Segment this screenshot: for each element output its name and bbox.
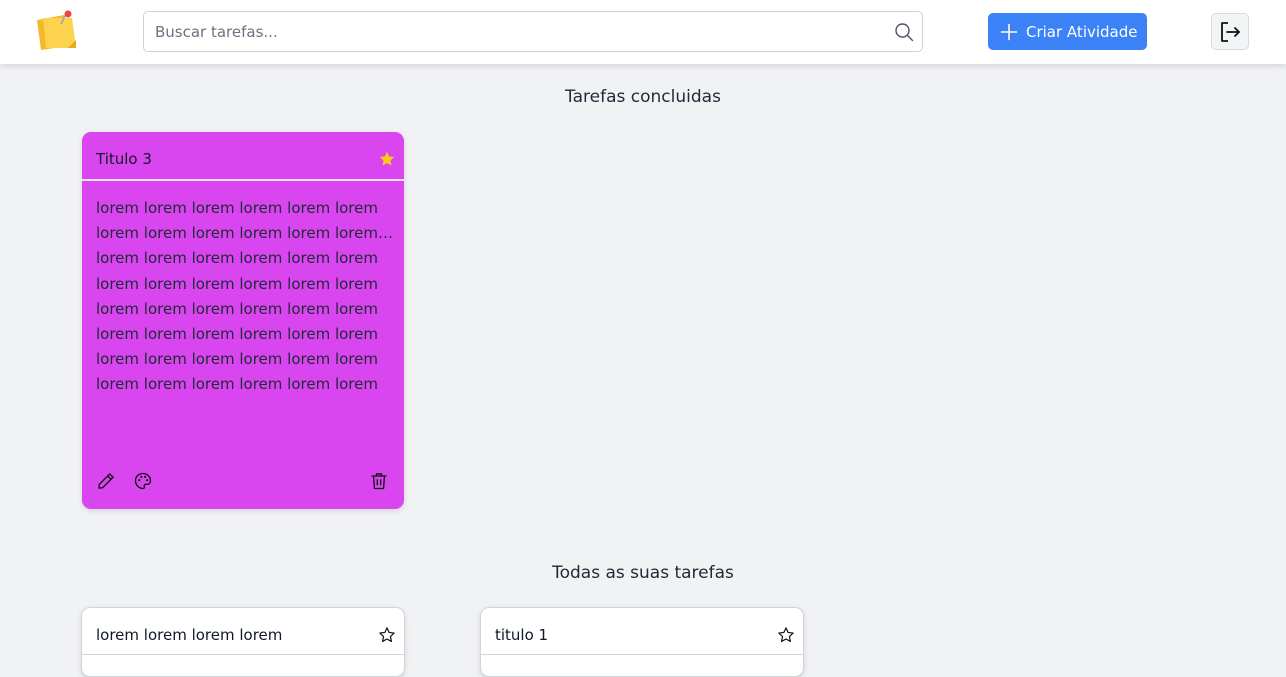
trash-icon[interactable] bbox=[369, 471, 389, 491]
task-title: lorem lorem lorem lorem bbox=[96, 626, 283, 644]
task-description-line: lorem lorem lorem lorem lorem lorem bbox=[96, 274, 378, 293]
task-description-line: lorem lorem lorem lorem lorem lorem bbox=[96, 249, 378, 268]
star-filled-icon[interactable] bbox=[378, 150, 396, 168]
logout-icon bbox=[1221, 21, 1240, 42]
task-card[interactable]: lorem lorem lorem lorem bbox=[81, 607, 405, 677]
task-title: Titulo 3 bbox=[96, 150, 152, 168]
task-card-header: lorem lorem lorem lorem bbox=[82, 608, 404, 655]
task-card-header: titulo 1 bbox=[481, 608, 803, 655]
all-tasks-heading: Todas as suas tarefas bbox=[552, 563, 734, 583]
top-header: Criar Atividade bbox=[0, 0, 1286, 64]
task-description-line: lorem lorem lorem lorem lorem lorem bbox=[96, 199, 378, 217]
palette-icon[interactable] bbox=[133, 471, 153, 491]
create-activity-label: Criar Atividade bbox=[1026, 22, 1138, 41]
task-description-line: lorem lorem lorem lorem lorem lorem bbox=[96, 325, 378, 344]
search-icon[interactable] bbox=[894, 22, 914, 42]
task-description-line: lorem lorem lorem lorem lorem lorem bbox=[96, 350, 378, 369]
task-card[interactable]: Titulo 3 lorem lorem lorem lorem lorem l… bbox=[82, 132, 404, 509]
task-description: lorem lorem lorem lorem lorem lorem lore… bbox=[96, 196, 394, 398]
search-input[interactable] bbox=[144, 12, 922, 51]
logout-button[interactable] bbox=[1211, 13, 1249, 50]
star-outline-icon[interactable] bbox=[378, 626, 396, 644]
task-description-line: lorem lorem lorem lorem lorem lorem bbox=[96, 299, 378, 318]
create-activity-button[interactable]: Criar Atividade bbox=[988, 13, 1147, 50]
task-title: titulo 1 bbox=[495, 626, 549, 644]
search-box bbox=[143, 11, 923, 52]
task-description-line: lorem lorem lorem lorem lorem lorem lore… bbox=[96, 224, 394, 243]
pencil-icon[interactable] bbox=[96, 471, 116, 491]
task-description-line: lorem lorem lorem lorem lorem lorem bbox=[96, 375, 378, 394]
plus-icon bbox=[1000, 23, 1018, 40]
task-card-header: Titulo 3 bbox=[82, 132, 404, 181]
sticky-note-logo-icon[interactable] bbox=[34, 10, 80, 52]
task-card[interactable]: titulo 1 bbox=[480, 607, 804, 677]
star-outline-icon[interactable] bbox=[777, 626, 795, 644]
completed-tasks-heading: Tarefas concluidas bbox=[565, 87, 721, 107]
